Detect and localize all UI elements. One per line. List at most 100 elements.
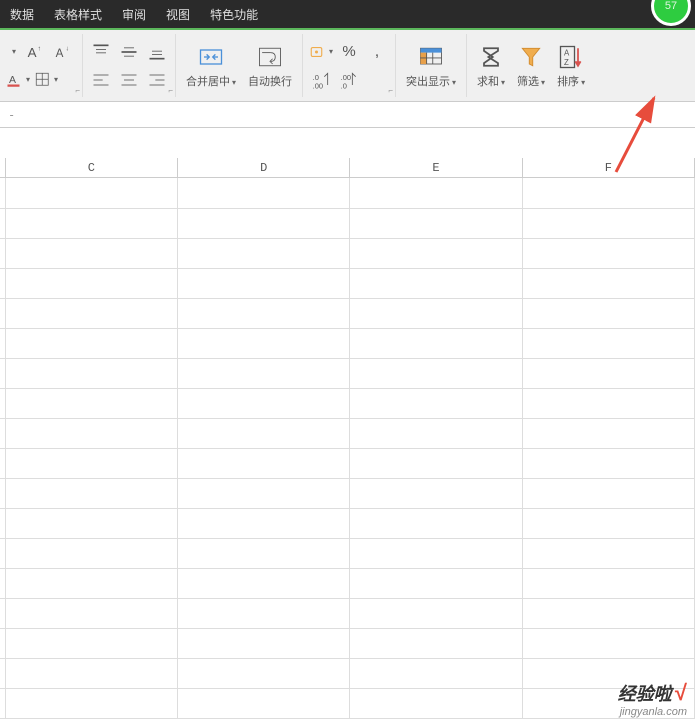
cell[interactable]	[6, 298, 178, 329]
cell[interactable]	[178, 208, 350, 239]
menu-data[interactable]: 数据	[10, 6, 34, 23]
menu-special[interactable]: 特色功能	[210, 6, 258, 23]
sort-button[interactable]: A Z 排序	[553, 34, 589, 97]
cell[interactable]	[523, 268, 695, 299]
cell[interactable]	[6, 268, 178, 299]
menu-view[interactable]: 视图	[166, 6, 190, 23]
cell[interactable]	[523, 448, 695, 479]
cell[interactable]	[178, 478, 350, 509]
col-header-e[interactable]: E	[350, 158, 522, 177]
cell[interactable]	[523, 628, 695, 659]
cell[interactable]	[6, 328, 178, 359]
cell[interactable]	[350, 208, 522, 239]
filter-button[interactable]: 筛选	[513, 34, 549, 97]
increase-font-icon[interactable]: A↑	[24, 40, 48, 64]
align-left-icon[interactable]	[89, 68, 113, 92]
cell[interactable]	[523, 328, 695, 359]
cell[interactable]	[178, 178, 350, 209]
cell[interactable]	[6, 688, 178, 719]
cell[interactable]	[350, 328, 522, 359]
cell[interactable]	[6, 478, 178, 509]
number-group-expand[interactable]: ⌐	[388, 86, 393, 95]
align-middle-icon[interactable]	[117, 40, 141, 64]
cell[interactable]	[523, 358, 695, 389]
notification-badge[interactable]: 57	[651, 0, 691, 26]
cell[interactable]	[6, 568, 178, 599]
font-group-expand[interactable]: ⌐	[75, 86, 80, 95]
cell[interactable]	[178, 388, 350, 419]
decrease-font-icon[interactable]: A↓	[52, 40, 76, 64]
col-header-c[interactable]: C	[6, 158, 178, 177]
align-bottom-icon[interactable]	[145, 40, 169, 64]
cell[interactable]	[350, 478, 522, 509]
cell[interactable]	[350, 688, 522, 719]
cell[interactable]	[350, 538, 522, 569]
cell[interactable]	[178, 628, 350, 659]
menu-table-style[interactable]: 表格样式	[54, 6, 102, 23]
cell[interactable]	[178, 688, 350, 719]
align-right-icon[interactable]	[145, 68, 169, 92]
cell[interactable]	[178, 598, 350, 629]
cell[interactable]	[523, 478, 695, 509]
cell[interactable]	[350, 268, 522, 299]
cell[interactable]	[6, 538, 178, 569]
cell[interactable]	[350, 508, 522, 539]
cell[interactable]	[6, 658, 178, 689]
col-header-f[interactable]: F	[523, 158, 695, 177]
cell[interactable]	[178, 298, 350, 329]
increase-decimal-icon[interactable]: .0.00	[309, 68, 333, 92]
cell[interactable]	[523, 238, 695, 269]
col-header-d[interactable]: D	[178, 158, 350, 177]
cell[interactable]	[178, 238, 350, 269]
cell[interactable]	[178, 448, 350, 479]
cell[interactable]	[178, 358, 350, 389]
cell[interactable]	[6, 598, 178, 629]
cell[interactable]	[6, 208, 178, 239]
cell[interactable]	[523, 178, 695, 209]
cell[interactable]	[178, 508, 350, 539]
merge-center-button[interactable]: 合并居中	[182, 34, 240, 97]
cell[interactable]	[523, 598, 695, 629]
cell[interactable]	[6, 388, 178, 419]
cell[interactable]	[178, 658, 350, 689]
cell[interactable]	[350, 298, 522, 329]
wrap-text-button[interactable]: 自动换行	[244, 34, 296, 97]
cell[interactable]	[523, 538, 695, 569]
percent-button[interactable]: %	[337, 40, 361, 64]
formula-bar[interactable]: -	[0, 102, 695, 128]
cell[interactable]	[350, 418, 522, 449]
cell[interactable]	[6, 418, 178, 449]
cell[interactable]	[523, 208, 695, 239]
cell[interactable]	[350, 628, 522, 659]
cell[interactable]	[178, 538, 350, 569]
cell[interactable]	[6, 508, 178, 539]
cell[interactable]	[178, 268, 350, 299]
cell[interactable]	[523, 298, 695, 329]
cell[interactable]	[523, 388, 695, 419]
cell[interactable]	[178, 418, 350, 449]
cell[interactable]	[523, 418, 695, 449]
cell[interactable]	[350, 448, 522, 479]
cell[interactable]	[350, 658, 522, 689]
cell[interactable]	[350, 598, 522, 629]
cell[interactable]	[178, 568, 350, 599]
highlight-button[interactable]: 突出显示	[402, 41, 460, 91]
cell[interactable]	[6, 358, 178, 389]
cell[interactable]	[178, 328, 350, 359]
cell[interactable]	[350, 238, 522, 269]
align-center-icon[interactable]	[117, 68, 141, 92]
cell[interactable]	[350, 178, 522, 209]
decrease-decimal-icon[interactable]: .00.0	[337, 68, 361, 92]
cell[interactable]	[350, 568, 522, 599]
border-button[interactable]	[34, 68, 58, 92]
cell[interactable]	[6, 628, 178, 659]
cell[interactable]	[350, 358, 522, 389]
font-size-dropdown[interactable]	[6, 40, 20, 64]
cell[interactable]	[6, 178, 178, 209]
cell[interactable]	[523, 568, 695, 599]
cell[interactable]	[350, 388, 522, 419]
align-top-icon[interactable]	[89, 40, 113, 64]
menu-review[interactable]: 审阅	[122, 6, 146, 23]
font-color-button[interactable]: A	[6, 68, 30, 92]
sum-button[interactable]: 求和	[473, 34, 509, 97]
